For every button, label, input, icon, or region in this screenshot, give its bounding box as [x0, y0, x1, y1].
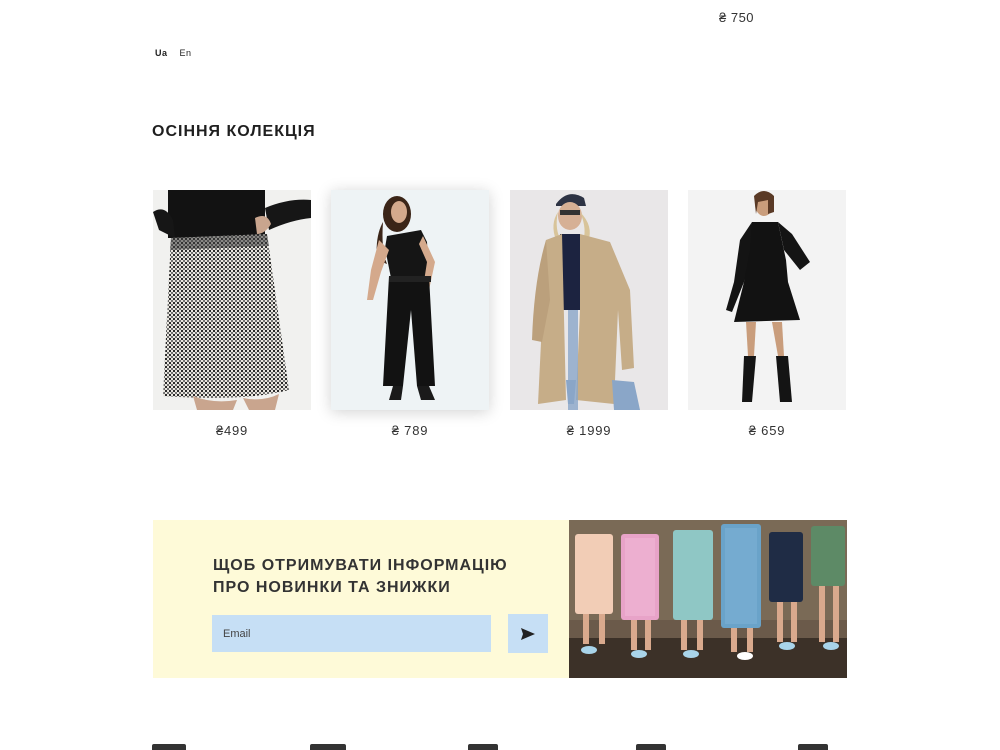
- product-image-black-dress[interactable]: [688, 190, 846, 410]
- newsletter-title-line1: ЩОБ ОТРИМУВАТИ ІНФОРМАЦІЮ: [213, 557, 508, 574]
- newsletter-banner: ЩОБ ОТРИМУВАТИ ІНФОРМАЦІЮ ПРО НОВИНКИ ТА…: [153, 520, 847, 678]
- language-switcher: Ua En: [155, 48, 192, 58]
- newsletter-panel: ЩОБ ОТРИМУВАТИ ІНФОРМАЦІЮ ПРО НОВИНКИ ТА…: [153, 520, 569, 678]
- send-button[interactable]: [508, 614, 548, 653]
- product-price: ₴ 789: [391, 423, 429, 438]
- lang-en[interactable]: En: [180, 48, 192, 58]
- newsletter-photo: [569, 520, 847, 678]
- collection-title: ОСІННЯ КОЛЕКЦІЯ: [152, 123, 316, 140]
- product-price: ₴ 659: [748, 423, 786, 438]
- product-grid: ₴499 ₴ 789 ₴ 1999 ₴ 659: [153, 190, 847, 450]
- footer-partial: [152, 738, 846, 750]
- product-price: ₴ 1999: [566, 423, 612, 438]
- newsletter-title: ЩОБ ОТРИМУВАТИ ІНФОРМАЦІЮ ПРО НОВИНКИ ТА…: [213, 555, 553, 599]
- send-arrow-icon: [521, 627, 535, 640]
- email-input[interactable]: [212, 615, 491, 652]
- lang-ua[interactable]: Ua: [155, 48, 168, 58]
- product-image-jumpsuit[interactable]: [331, 190, 489, 410]
- product-card[interactable]: ₴ 1999: [510, 190, 668, 438]
- top-product-price: ₴ 750: [719, 10, 755, 25]
- newsletter-title-line2: ПРО НОВИНКИ ТА ЗНИЖКИ: [213, 579, 451, 596]
- product-image-skirt[interactable]: [153, 190, 311, 410]
- product-image-trench-coat[interactable]: [510, 190, 668, 410]
- product-card[interactable]: ₴ 659: [688, 190, 846, 438]
- product-card[interactable]: ₴499: [153, 190, 311, 438]
- product-price: ₴499: [215, 423, 249, 438]
- product-card[interactable]: ₴ 789: [331, 190, 489, 438]
